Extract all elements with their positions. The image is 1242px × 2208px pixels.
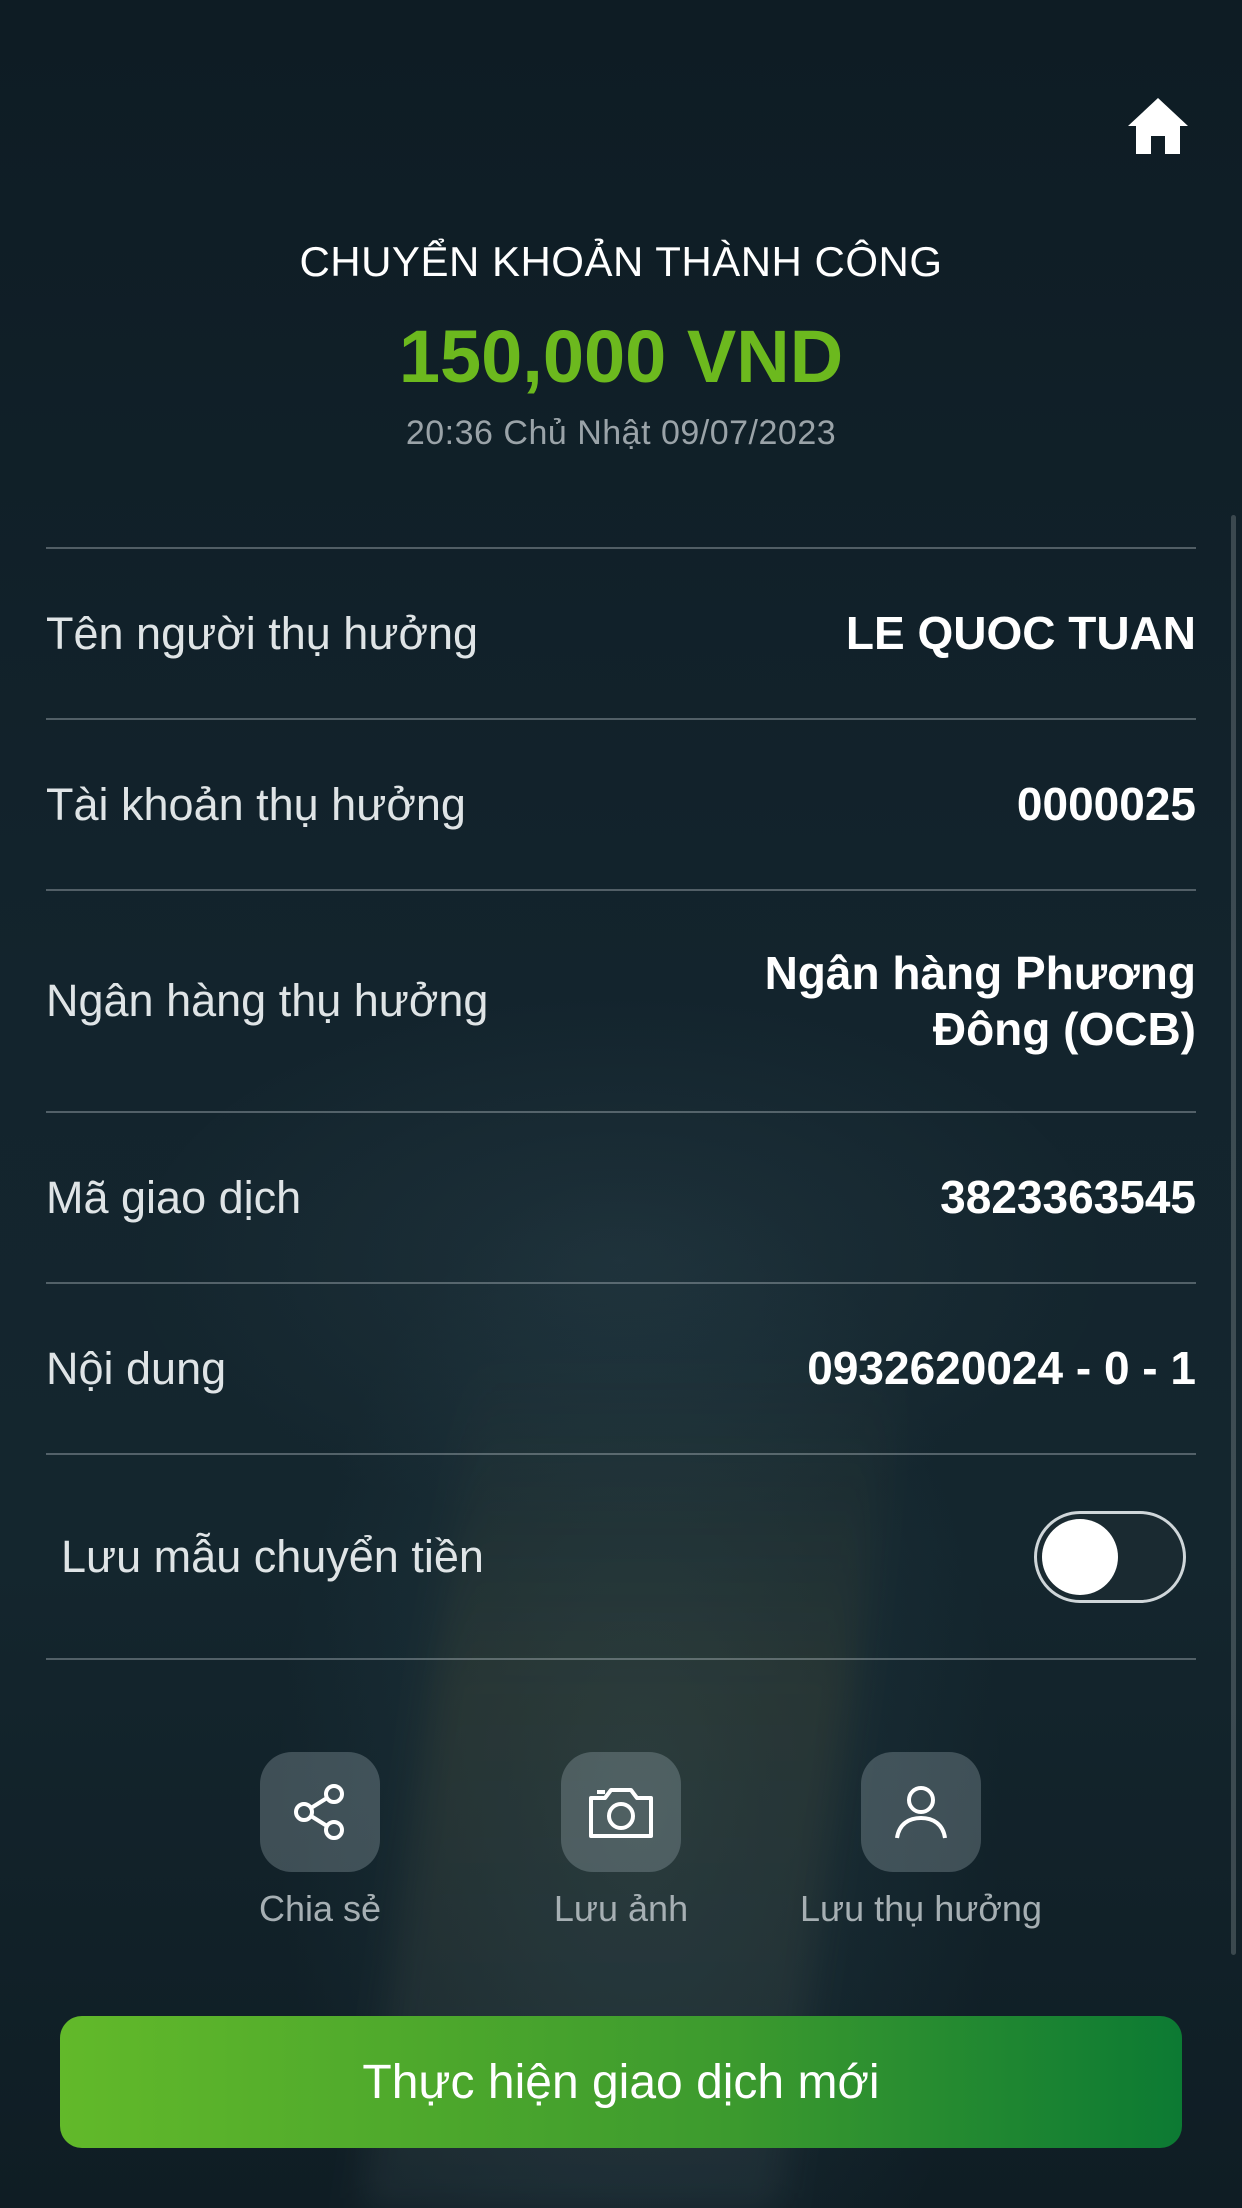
user-icon — [895, 1786, 947, 1839]
transfer-datetime: 20:36 Chủ Nhật 09/07/2023 — [405, 414, 837, 452]
detail-row-beneficiary-name: Tên người thụ hưởng LE QUOC TUAN — [46, 549, 1196, 718]
home-icon — [1128, 98, 1188, 154]
detail-row-content: Nội dung 0932620024 - 0 - 1 — [46, 1284, 1196, 1453]
detail-value: 0932620024 - 0 - 1 — [807, 1342, 1196, 1395]
save-template-label: Lưu mẫu chuyển tiền — [61, 1530, 484, 1582]
save-template-row: Lưu mẫu chuyển tiền — [46, 1455, 1196, 1658]
detail-row-beneficiary-bank: Ngân hàng thụ hưởng Ngân hàng Phương Đôn… — [46, 891, 1196, 1111]
share-icon-container — [260, 1752, 380, 1872]
detail-value: LE QUOC TUAN — [845, 607, 1196, 660]
share-button[interactable]: Chia sẻ — [170, 1752, 470, 1930]
save-image-button[interactable]: Lưu ảnh — [471, 1752, 771, 1930]
transfer-amount: 150,000 VND — [398, 315, 844, 398]
detail-label: Nội dung — [46, 1342, 227, 1394]
detail-label: Tài khoản thụ hưởng — [46, 778, 466, 830]
detail-value: Ngân hàng Phương Đông (OCB) — [764, 946, 1196, 1055]
divider — [46, 1658, 1196, 1660]
share-label: Chia sẻ — [258, 1888, 382, 1929]
camera-icon — [589, 1788, 653, 1838]
page-title: CHUYỂN KHOẢN THÀNH CÔNG — [299, 238, 943, 285]
new-transaction-button[interactable]: Thực hiện giao dịch mới — [60, 2016, 1182, 2148]
detail-label: Ngân hàng thụ hưởng — [46, 975, 489, 1026]
detail-label: Tên người thụ hưởng — [46, 607, 479, 659]
camera-icon-container — [561, 1752, 681, 1872]
detail-label: Mã giao dịch — [46, 1171, 302, 1223]
user-icon-container — [861, 1752, 981, 1872]
detail-row-beneficiary-account: Tài khoản thụ hưởng 0000025 — [46, 720, 1196, 889]
home-button[interactable] — [1126, 94, 1190, 158]
save-beneficiary-button[interactable]: Lưu thụ hưởng — [771, 1752, 1071, 1930]
save-image-label: Lưu ảnh — [553, 1888, 689, 1929]
scrollbar[interactable] — [1231, 515, 1236, 1955]
transaction-details: Tên người thụ hưởng LE QUOC TUAN Tài kho… — [46, 547, 1196, 1660]
save-template-toggle[interactable] — [1034, 1510, 1186, 1603]
detail-row-transaction-id: Mã giao dịch 3823363545 — [46, 1113, 1196, 1282]
detail-value: 0000025 — [1016, 778, 1196, 831]
toggle-knob — [1042, 1518, 1118, 1595]
share-icon — [294, 1784, 344, 1840]
detail-value: 3823363545 — [940, 1171, 1196, 1224]
save-beneficiary-label: Lưu thụ hưởng — [800, 1888, 1042, 1929]
